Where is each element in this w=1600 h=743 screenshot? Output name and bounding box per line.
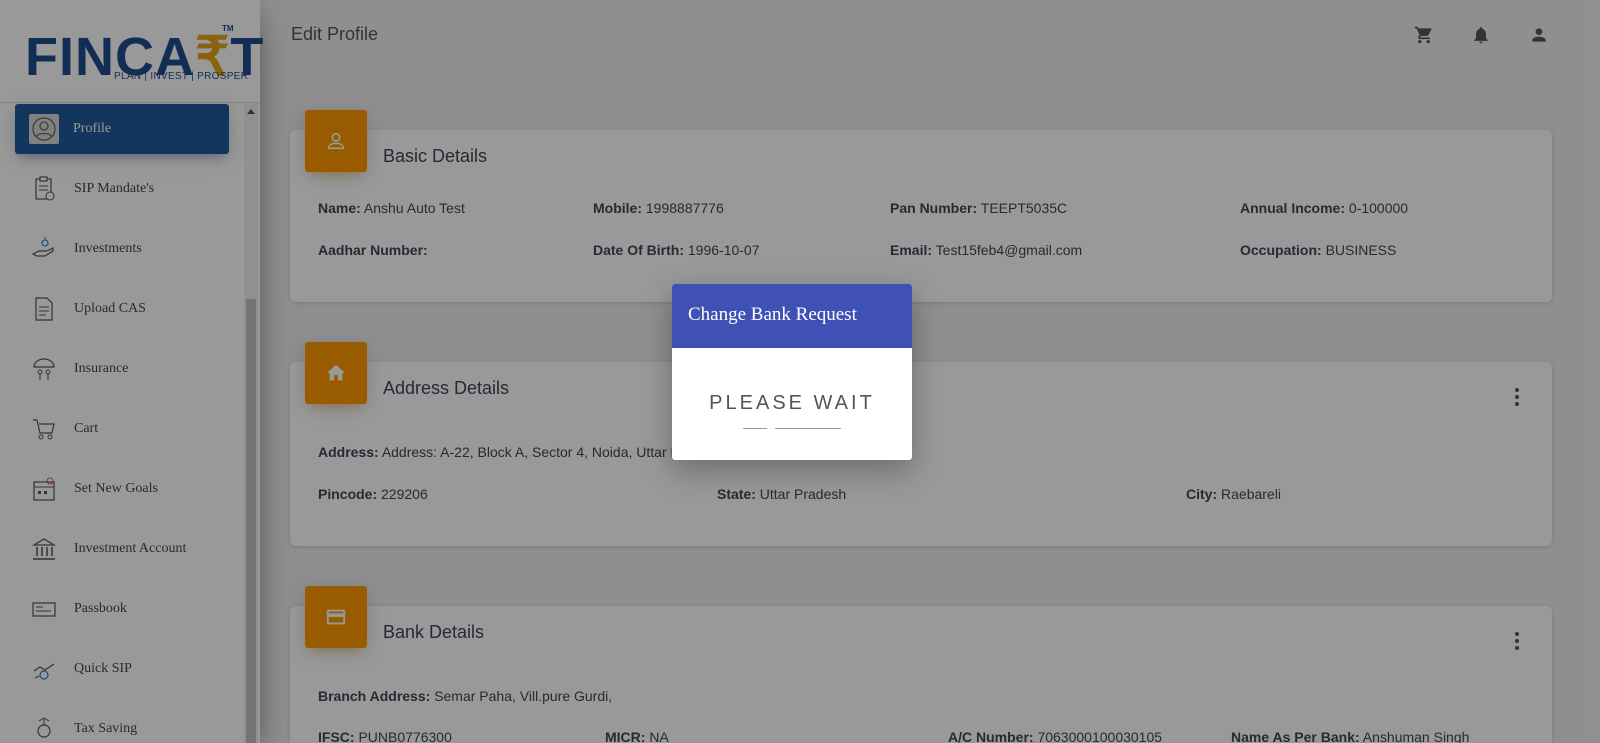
loading-bar-segment xyxy=(743,428,767,429)
dialog-body: PLEASE WAIT xyxy=(672,348,912,460)
change-bank-request-dialog: Change Bank Request PLEASE WAIT xyxy=(672,284,912,460)
please-wait-message: PLEASE WAIT xyxy=(709,392,875,414)
loading-bar-segment xyxy=(775,428,841,429)
dialog-title: Change Bank Request xyxy=(672,284,912,348)
